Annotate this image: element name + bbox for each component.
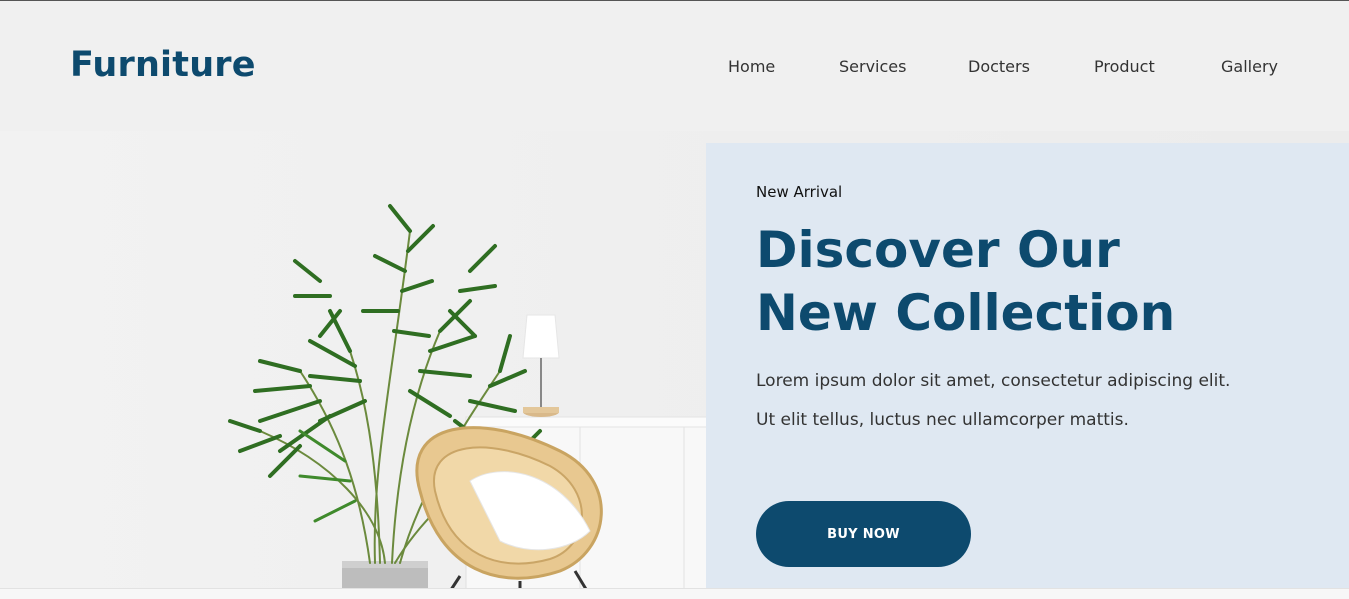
hero-description-line-2: Ut elit tellus, luctus nec ullamcorper m… [756, 410, 1129, 430]
site-header: Furniture Home Services Docters Product … [0, 1, 1349, 131]
nav-link-docters[interactable]: Docters [968, 57, 1030, 76]
headline-line-1: Discover Our [756, 221, 1120, 279]
hero-headline: Discover Our New Collection [756, 219, 1316, 345]
nav-link-product[interactable]: Product [1094, 57, 1155, 76]
hero-info-panel: New Arrival Discover Our New Collection … [706, 143, 1349, 588]
new-arrival-label: New Arrival [756, 183, 843, 201]
nav-link-gallery[interactable]: Gallery [1221, 57, 1278, 76]
table-lamp [522, 314, 560, 417]
floor-strip [0, 588, 1349, 599]
buy-now-button[interactable]: BUY NOW [756, 501, 971, 567]
hero-description-line-1: Lorem ipsum dolor sit amet, consectetur … [756, 371, 1231, 391]
nav-link-home[interactable]: Home [728, 57, 775, 76]
main-nav: Home Services Docters Product Gallery [0, 57, 1349, 81]
nav-link-services[interactable]: Services [839, 57, 906, 76]
headline-line-2: New Collection [756, 284, 1176, 342]
